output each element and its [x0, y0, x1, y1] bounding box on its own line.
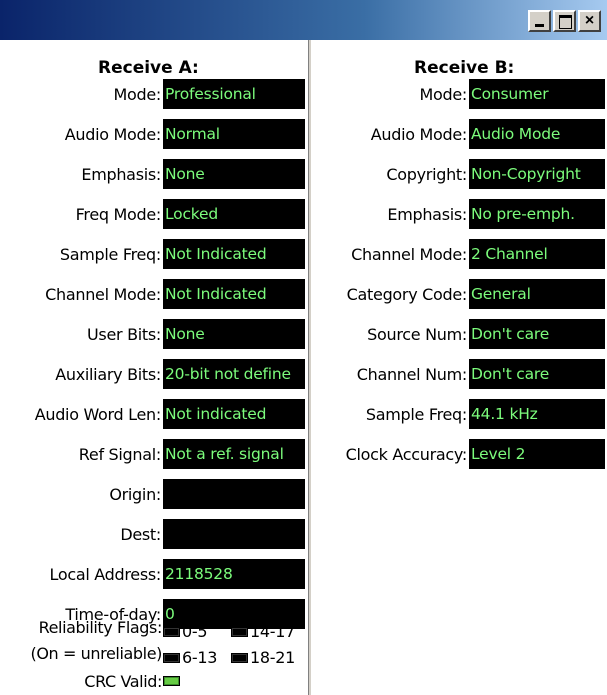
receive-b-field-value: Level 2 — [469, 439, 605, 469]
receive-a-field-row: User Bits: None — [0, 319, 309, 351]
crc-valid-label: CRC Valid: — [84, 672, 162, 691]
crc-valid-indicator-wrap — [163, 676, 182, 686]
receive-a-field-label: User Bits: — [87, 325, 161, 344]
receive-b-field-label: Channel Mode: — [351, 245, 467, 264]
flag-18-21: 18-21 — [231, 648, 295, 667]
receive-b-field-label: Copyright: — [386, 165, 467, 184]
flag-0-5-label: 0-5 — [182, 622, 208, 641]
receive-a-field-row: Freq Mode: Locked — [0, 199, 309, 231]
crc-valid-indicator — [163, 676, 180, 686]
receive-a-field-label: Sample Freq: — [59, 245, 161, 264]
receive-b-field-label: Category Code: — [346, 285, 468, 304]
receive-a-field-label: Audio Mode: — [64, 125, 162, 144]
receive-b-field-row: Mode: Consumer — [311, 79, 607, 111]
receive-b-field-value: General — [469, 279, 605, 309]
receive-a-field-row: Audio Word Len: Not indicated — [0, 399, 309, 431]
receive-b-field-value: 44.1 kHz — [469, 399, 605, 429]
receive-b-field-label: Emphasis: — [387, 205, 467, 224]
receive-b-field-row: Channel Mode: 2 Channel — [311, 239, 607, 271]
receive-a-field-value — [163, 479, 305, 509]
receive-b-field-value: No pre-emph. — [469, 199, 605, 229]
receive-b-field-value: Don't care — [469, 319, 605, 349]
receive-a-field-row: Local Address: 2118528 — [0, 559, 309, 591]
receive-b-field-row: Sample Freq: 44.1 kHz — [311, 399, 607, 431]
flag-0-5: 0-5 — [163, 622, 208, 641]
receive-a-field-label: Origin: — [109, 485, 161, 504]
reliability-flags-label: Reliability Flags: — [38, 618, 163, 637]
receive-a-field-value: Not Indicated — [163, 279, 305, 309]
receive-a-field-value: Not Indicated — [163, 239, 305, 269]
receive-b-field-value: Audio Mode — [469, 119, 605, 149]
receive-a-field-row: Auxiliary Bits: 20-bit not define — [0, 359, 309, 391]
crc-valid-row: CRC Valid: — [0, 668, 310, 694]
receive-a-field-row: Audio Mode: Normal — [0, 119, 309, 151]
receive-b-field-label: Mode: — [419, 85, 468, 104]
receive-a-field-label: Freq Mode: — [75, 205, 162, 224]
flag-14-17-label: 14-17 — [250, 622, 295, 641]
receive-b-panel: Receive B: Mode: Consumer Audio Mode: Audio… — [311, 40, 607, 695]
flag-14-17: 14-17 — [231, 622, 295, 641]
flag-6-13-label: 6-13 — [182, 648, 218, 667]
receive-a-field-row: Origin: — [0, 479, 309, 511]
receive-b-field-value: Non-Copyright — [469, 159, 605, 189]
receive-a-field-value: Locked — [163, 199, 305, 229]
receive-a-field-value: None — [163, 319, 305, 349]
receive-a-field-value: None — [163, 159, 305, 189]
receive-b-field-row: Emphasis: No pre-emph. — [311, 199, 607, 231]
flag-18-21-indicator — [231, 652, 248, 663]
receive-b-field-label: Source Num: — [367, 325, 467, 344]
receive-a-field-label: Auxiliary Bits: — [55, 365, 161, 384]
flag-6-13: 6-13 — [163, 648, 217, 667]
receive-b-field-row: Source Num: Don't care — [311, 319, 607, 351]
receive-b-field-label: Sample Freq: — [365, 405, 467, 424]
receive-a-field-value: Not indicated — [163, 399, 305, 429]
reliability-note-label: (On = unreliable) — [30, 644, 163, 663]
receive-a-field-value: 2118528 — [163, 559, 305, 589]
receive-a-field-row: Dest: — [0, 519, 309, 551]
receive-a-field-row: Ref Signal: Not a ref. signal — [0, 439, 309, 471]
receive-a-field-value: 20-bit not define — [163, 359, 305, 389]
receive-b-field-row: Copyright: Non-Copyright — [311, 159, 607, 191]
receive-a-field-label: Local Address: — [49, 565, 162, 584]
receive-b-field-label: Audio Mode: — [370, 125, 468, 144]
receive-a-field-label: Mode: — [113, 85, 162, 104]
receive-b-field-value: Don't care — [469, 359, 605, 389]
receive-a-field-label: Dest: — [120, 525, 161, 544]
receive-b-field-value: 2 Channel — [469, 239, 605, 269]
minimize-button[interactable] — [528, 10, 551, 32]
receive-a-heading: Receive A: — [98, 58, 199, 78]
receive-a-field-row: Emphasis: None — [0, 159, 309, 191]
receive-b-field-value: Consumer — [469, 79, 605, 109]
close-button[interactable]: × — [578, 10, 601, 32]
flag-0-5-indicator — [163, 626, 180, 637]
receive-a-panel: Receive A: Mode: Professional Audio Mode: N… — [0, 40, 310, 695]
receive-b-field-row: Channel Num: Don't care — [311, 359, 607, 391]
receive-b-field-label: Clock Accuracy: — [345, 445, 468, 464]
receive-b-field-row: Clock Accuracy: Level 2 — [311, 439, 607, 471]
receive-b-field-row: Category Code: General — [311, 279, 607, 311]
reliability-flags-row-1: Reliability Flags: 0-5 14-17 — [0, 614, 310, 641]
window-titlebar[interactable]: × — [0, 0, 607, 40]
receive-a-field-row: Mode: Professional — [0, 79, 309, 111]
receive-a-field-label: Emphasis: — [81, 165, 161, 184]
maximize-button[interactable] — [553, 10, 576, 32]
receive-a-field-value: Normal — [163, 119, 305, 149]
receive-a-field-value: Professional — [163, 79, 305, 109]
receive-b-field-label: Channel Num: — [356, 365, 468, 384]
receive-b-heading: Receive B: — [414, 58, 515, 78]
receive-a-field-value — [163, 519, 305, 549]
window-controls: × — [528, 10, 601, 32]
receive-a-field-label: Audio Word Len: — [34, 405, 162, 424]
receive-a-field-row: Channel Mode: Not Indicated — [0, 279, 309, 311]
flag-14-17-indicator — [231, 626, 248, 637]
receive-a-field-label: Ref Signal: — [78, 445, 162, 464]
reliability-flags-row-2: (On = unreliable) 6-13 18-21 — [0, 640, 310, 667]
receive-a-field-row: Sample Freq: Not Indicated — [0, 239, 309, 271]
receive-b-field-row: Audio Mode: Audio Mode — [311, 119, 607, 151]
receive-a-field-label: Channel Mode: — [45, 285, 161, 304]
flag-18-21-label: 18-21 — [250, 648, 295, 667]
receive-a-field-value: Not a ref. signal — [163, 439, 305, 469]
flag-6-13-indicator — [163, 652, 180, 663]
